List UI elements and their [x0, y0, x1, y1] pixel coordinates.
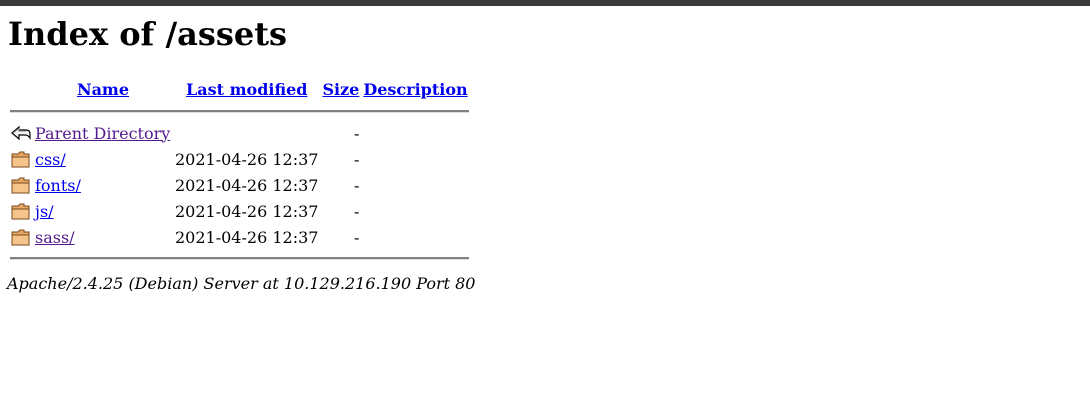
server-signature: Apache/2.4.25 (Debian) Server at 10.129.… — [7, 274, 476, 293]
header-divider — [10, 110, 469, 113]
modified-cell: 2021-04-26 12:37 — [175, 201, 319, 221]
modified-cell: 2021-04-26 12:37 — [175, 175, 319, 195]
header-last-modified: Last modified — [174, 76, 319, 102]
modified-cell — [174, 121, 319, 145]
size-cell: - — [353, 227, 360, 247]
description-cell — [362, 173, 468, 197]
sort-by-size-link[interactable]: Size — [322, 80, 359, 99]
name-cell: fonts/ — [34, 173, 172, 197]
icon-cell — [10, 147, 32, 171]
browser-top-edge — [0, 0, 1090, 6]
folder-icon — [11, 229, 30, 246]
modified-cell: 2021-04-26 12:37 — [175, 149, 319, 169]
back-icon — [11, 125, 31, 141]
header-icon-cell — [10, 76, 32, 102]
description-cell — [362, 199, 468, 223]
sort-by-description-link[interactable]: Description — [363, 80, 467, 99]
table-header-row: Name Last modified Size Description — [10, 76, 469, 102]
folder-icon — [11, 203, 30, 220]
footer-divider — [10, 257, 469, 260]
name-cell: css/ — [34, 147, 172, 171]
header-description: Description — [362, 76, 468, 102]
folder-icon — [11, 151, 30, 168]
size-cell: - — [353, 123, 360, 143]
folder-icon — [11, 177, 30, 194]
description-cell — [362, 225, 468, 249]
table-row: Parent Directory - — [10, 121, 469, 145]
name-cell: sass/ — [34, 225, 172, 249]
sort-by-modified-link[interactable]: Last modified — [186, 80, 307, 99]
file-table: Name Last modified Size Description Pare… — [8, 74, 471, 268]
name-cell: js/ — [34, 199, 172, 223]
modified-cell: 2021-04-26 12:37 — [175, 227, 319, 247]
table-row: fonts/ 2021-04-26 12:37 - — [10, 173, 469, 197]
size-cell: - — [353, 149, 360, 169]
icon-cell — [10, 121, 32, 145]
description-cell — [362, 147, 468, 171]
folder-link-sass[interactable]: sass/ — [35, 228, 75, 247]
footer-rule-cell — [10, 251, 469, 266]
directory-listing-page: Index of /assets Name Last modified Size… — [7, 14, 476, 293]
page-title: Index of /assets — [8, 15, 288, 53]
sort-by-name-link[interactable]: Name — [77, 80, 129, 99]
folder-link-fonts[interactable]: fonts/ — [35, 176, 81, 195]
size-cell: - — [353, 175, 360, 195]
description-cell — [362, 121, 468, 145]
icon-cell — [10, 173, 32, 197]
icon-cell — [10, 199, 32, 223]
table-row: js/ 2021-04-26 12:37 - — [10, 199, 469, 223]
footer-rule-row — [10, 251, 469, 266]
parent-directory-link[interactable]: Parent Directory — [35, 124, 170, 143]
size-cell: - — [353, 201, 360, 221]
folder-link-css[interactable]: css/ — [35, 150, 66, 169]
table-row: sass/ 2021-04-26 12:37 - — [10, 225, 469, 249]
header-name: Name — [34, 76, 172, 102]
folder-link-js[interactable]: js/ — [35, 202, 54, 221]
header-size: Size — [321, 76, 360, 102]
name-cell: Parent Directory — [34, 121, 172, 145]
header-rule-row — [10, 104, 469, 119]
header-rule-cell — [10, 104, 469, 119]
icon-cell — [10, 225, 32, 249]
table-row: css/ 2021-04-26 12:37 - — [10, 147, 469, 171]
